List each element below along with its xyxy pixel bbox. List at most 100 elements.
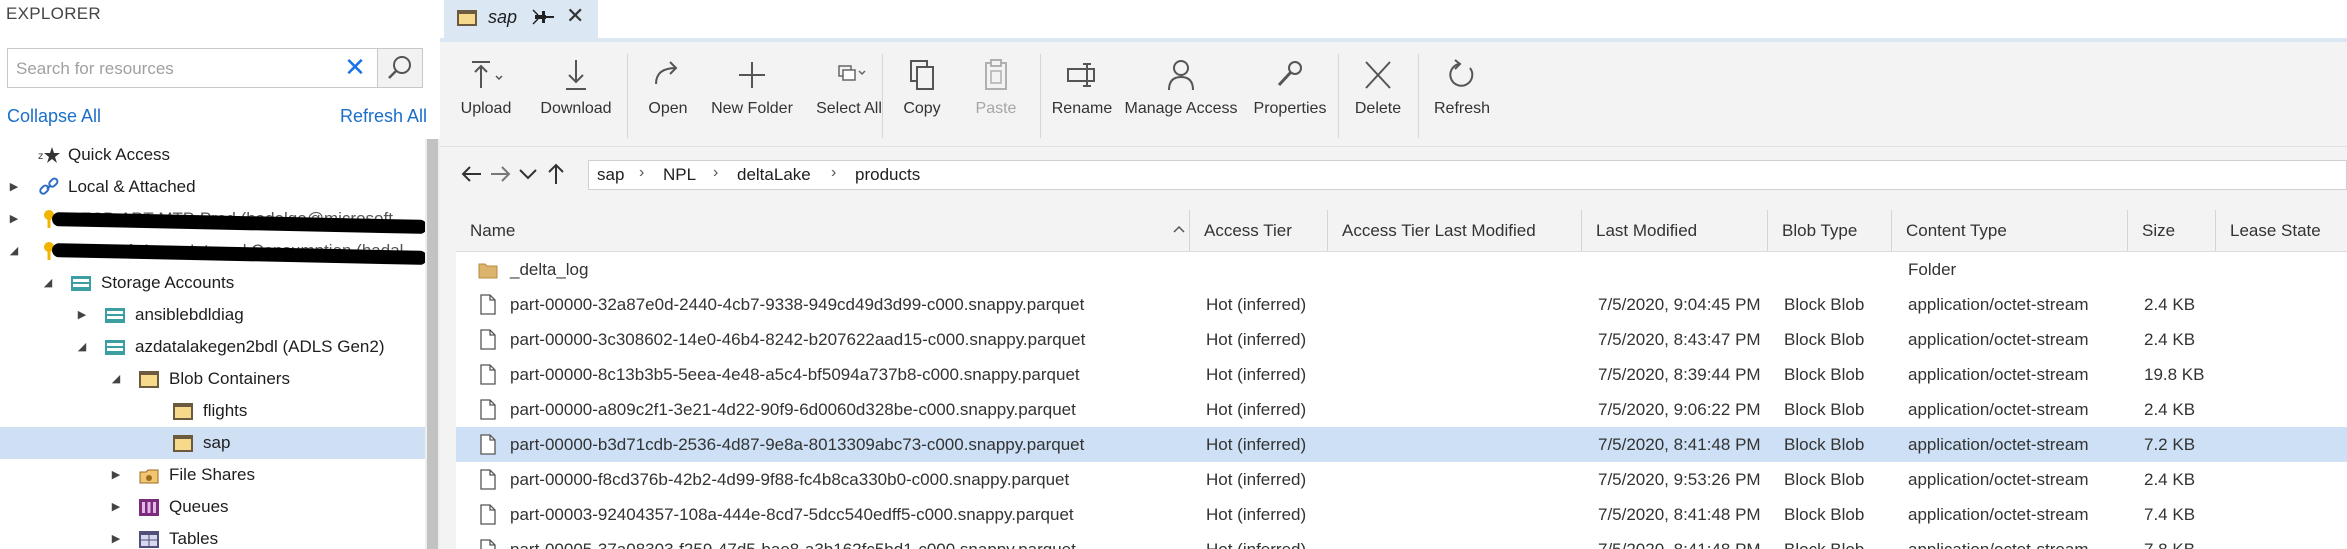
- paste-button[interactable]: Paste: [964, 58, 1028, 138]
- breadcrumb-separator-icon: ›: [713, 164, 719, 181]
- cell-content-type: application/octet-stream: [1908, 470, 2089, 489]
- delete-button[interactable]: Delete: [1346, 58, 1410, 138]
- table-row[interactable]: part-00000-b3d71cdb-2536-4d87-9e8a-80133…: [456, 427, 2347, 462]
- refresh-all-link[interactable]: Refresh All: [340, 106, 427, 127]
- explorer-links: Collapse All Refresh All: [7, 106, 427, 130]
- new-folder-button[interactable]: New Folder: [704, 58, 800, 138]
- breadcrumb-item-products[interactable]: products: [855, 165, 920, 185]
- cell-name: part-00005-37a08303-f259-47d5-bae8-a3b16…: [510, 532, 1076, 549]
- search-button[interactable]: [377, 49, 422, 87]
- breadcrumb[interactable]: sap › NPL › deltaLake › products: [588, 160, 2347, 190]
- toolbar-separator: [882, 54, 883, 138]
- expand-arrow-icon[interactable]: ▶: [6, 203, 22, 235]
- column-header-label: Content Type: [1906, 221, 2007, 240]
- table-row[interactable]: part-00000-a809c2f1-3e21-4d22-90f9-6d006…: [456, 392, 2347, 427]
- cell-content-type: application/octet-stream: [1908, 295, 2089, 314]
- wrench-icon: [1277, 61, 1302, 87]
- tree-item-blob-containers[interactable]: ◢ Blob Containers: [0, 363, 425, 395]
- cell-name: part-00000-32a87e0d-2440-4cb7-9338-949cd…: [510, 295, 1085, 314]
- tree-item-queues[interactable]: ▶ Queues: [0, 491, 425, 523]
- manage-access-button[interactable]: Manage Access: [1120, 58, 1242, 138]
- rename-button[interactable]: Rename: [1050, 58, 1114, 138]
- column-header-lease-state[interactable]: Lease State: [2216, 210, 2347, 251]
- collapse-arrow-icon[interactable]: ◢: [40, 267, 56, 299]
- tree-label: ansiblebdldiag: [135, 305, 244, 324]
- breadcrumb-item-deltalake[interactable]: deltaLake: [737, 165, 811, 185]
- breadcrumb-item-npl[interactable]: NPL: [663, 165, 696, 185]
- properties-button[interactable]: Properties: [1248, 58, 1332, 138]
- cell-blob-type: Block Blob: [1784, 532, 1864, 549]
- tree-item-container-sap[interactable]: sap: [0, 427, 425, 459]
- back-arrow-icon[interactable]: [460, 162, 484, 186]
- forward-arrow-icon[interactable]: [488, 162, 512, 186]
- cell-last-modified: 7/5/2020, 9:06:22 PM: [1598, 400, 1761, 419]
- tree-item-account-ansiblebdldiag[interactable]: ▶ ansiblebdldiag: [0, 299, 425, 331]
- tree-item-quick-access[interactable]: z Quick Access: [0, 139, 425, 171]
- cell-blob-type: Block Blob: [1784, 365, 1865, 384]
- table-row[interactable]: part-00000-3c308602-14e0-46b4-8242-b2076…: [456, 322, 2347, 357]
- pin-icon[interactable]: [532, 6, 556, 30]
- download-button[interactable]: Download: [528, 58, 624, 138]
- file-shares-icon: [139, 469, 159, 484]
- clear-search-icon[interactable]: ✕: [342, 54, 368, 81]
- copy-button[interactable]: Copy: [892, 58, 952, 138]
- open-button[interactable]: Open: [636, 58, 700, 138]
- column-header-content-type[interactable]: Content Type: [1892, 210, 2128, 251]
- toolbar-separator: [627, 54, 628, 138]
- expand-arrow-icon[interactable]: ▶: [108, 523, 124, 549]
- table-row[interactable]: part-00000-8c13b3b5-5eea-4e48-a5c4-bf509…: [456, 357, 2347, 392]
- cell-name: part-00000-b3d71cdb-2536-4d87-9e8a-80133…: [510, 435, 1085, 454]
- tree-label: Quick Access: [68, 145, 171, 164]
- column-header-access-tier[interactable]: Access Tier: [1190, 210, 1328, 251]
- explorer-scrollbar[interactable]: [425, 139, 440, 549]
- table-row[interactable]: part-00003-92404357-108a-444e-8cd7-5dcc5…: [456, 497, 2347, 532]
- tree-item-account-azdatalakegen2bdl[interactable]: ◢ azdatalakegen2bdl (ADLS Gen2): [0, 331, 425, 363]
- toolbar-separator: [1338, 54, 1339, 138]
- tree-item-storage-accounts[interactable]: ◢ Storage Accounts: [0, 267, 425, 299]
- container-icon: [173, 403, 193, 420]
- cell-last-modified: 7/5/2020, 8:39:44 PM: [1598, 365, 1761, 384]
- column-header-blob-type[interactable]: Blob Type: [1768, 210, 1892, 251]
- breadcrumb-item-sap[interactable]: sap: [597, 165, 624, 185]
- column-header-last-modified[interactable]: Last Modified: [1582, 210, 1768, 251]
- upload-button[interactable]: Upload: [452, 58, 520, 138]
- collapse-arrow-icon[interactable]: ◢: [74, 331, 90, 363]
- column-header-size[interactable]: Size: [2128, 210, 2216, 251]
- folder-row[interactable]: _delta_log Folder: [456, 252, 2347, 287]
- refresh-button[interactable]: Refresh: [1426, 58, 1498, 138]
- collapse-arrow-icon[interactable]: ◢: [108, 363, 124, 395]
- cell-content-type: application/octet-stream: [1908, 505, 2089, 524]
- table-row[interactable]: part-00000-32a87e0d-2440-4cb7-9338-949cd…: [456, 287, 2347, 322]
- expand-arrow-icon[interactable]: ▶: [74, 299, 90, 331]
- expand-arrow-icon[interactable]: ▶: [108, 459, 124, 491]
- tree-label: azdatalakegen2bdl (ADLS Gen2): [135, 337, 385, 356]
- expand-arrow-icon[interactable]: ▶: [108, 491, 124, 523]
- file-icon: [480, 469, 496, 490]
- close-tab-icon[interactable]: ✕: [566, 3, 584, 29]
- search-input[interactable]: [14, 49, 338, 89]
- scrollbar-thumb[interactable]: [427, 139, 438, 549]
- chevron-down-icon[interactable]: [516, 162, 540, 186]
- delete-label: Delete: [1354, 100, 1402, 117]
- tree-item-tables[interactable]: ▶ Tables: [0, 523, 425, 549]
- sort-ascending-icon[interactable]: [1172, 218, 1186, 242]
- column-header-access-tier-last-modified[interactable]: Access Tier Last Modified: [1328, 210, 1582, 251]
- collapse-all-link[interactable]: Collapse All: [7, 106, 101, 127]
- cell-name: part-00000-8c13b3b5-5eea-4e48-a5c4-bf509…: [510, 365, 1080, 384]
- collapse-arrow-icon[interactable]: ◢: [6, 235, 22, 267]
- tree-item-file-shares[interactable]: ▶ File Shares: [0, 459, 425, 491]
- column-header-name[interactable]: Name: [456, 210, 1190, 251]
- expand-arrow-icon[interactable]: ▶: [6, 171, 22, 203]
- cell-access-tier: Hot (inferred): [1206, 470, 1307, 489]
- table-row[interactable]: part-00000-f8cd376b-42b2-4d99-9f88-fc4b8…: [456, 462, 2347, 497]
- toolbar-separator: [1418, 54, 1419, 138]
- tree-item-container-flights[interactable]: flights: [0, 395, 425, 427]
- container-icon: [173, 435, 193, 452]
- cell-access-tier: Hot (inferred): [1206, 365, 1307, 384]
- up-arrow-icon[interactable]: [544, 162, 568, 186]
- search-icon: [388, 56, 411, 79]
- tab-sap[interactable]: sap ✕: [444, 0, 598, 38]
- table-row[interactable]: part-00005-37a08303-f259-47d5-bae8-a3b16…: [456, 532, 2347, 549]
- copy-label: Copy: [903, 100, 941, 117]
- tree-item-local-attached[interactable]: ▶ Local & Attached: [0, 171, 425, 203]
